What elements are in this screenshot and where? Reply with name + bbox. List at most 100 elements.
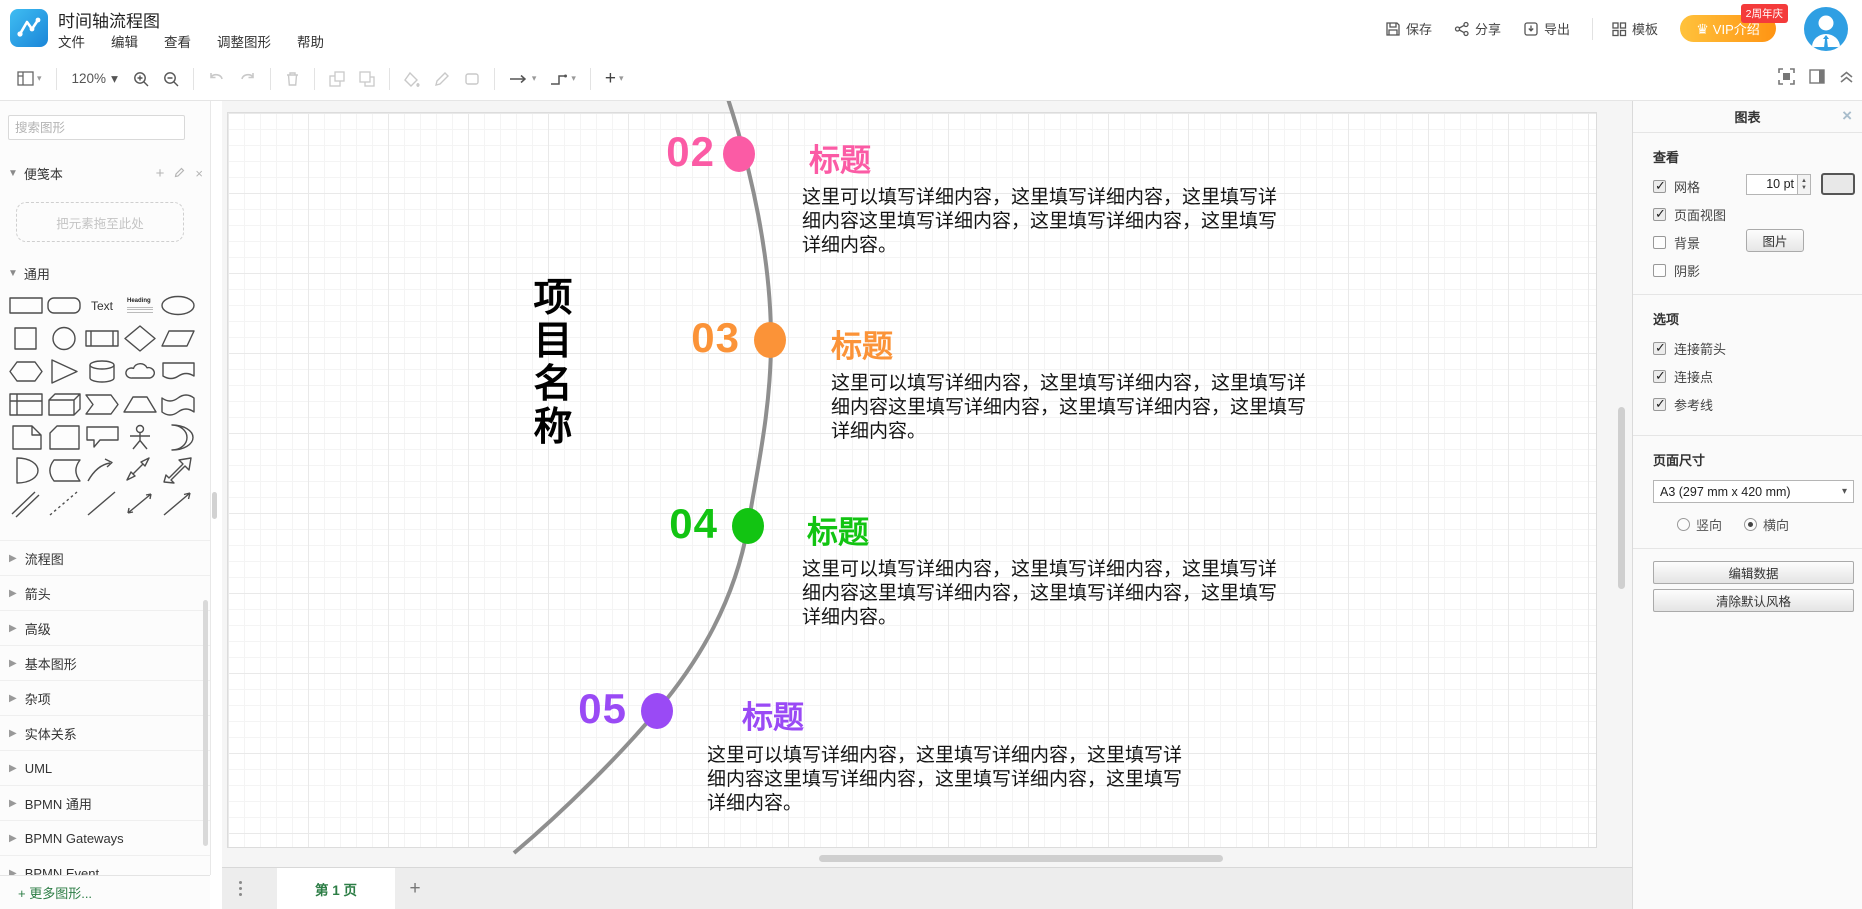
category-1[interactable]: ▶箭头: [0, 575, 210, 610]
shape-cloud-icon[interactable]: [121, 355, 159, 388]
background-checkbox[interactable]: [1653, 236, 1666, 249]
shape-document-icon[interactable]: [159, 355, 197, 388]
timeline-number[interactable]: 05: [537, 685, 627, 733]
category-4[interactable]: ▶杂项: [0, 680, 210, 715]
shape-double-line-icon[interactable]: [7, 487, 45, 520]
shape-style-button[interactable]: [457, 67, 487, 91]
menu-item-2[interactable]: 查看: [164, 31, 191, 51]
shape-two-way-connector-icon[interactable]: [121, 487, 159, 520]
avatar[interactable]: [1804, 7, 1848, 51]
document-title[interactable]: 时间轴流程图: [58, 7, 160, 32]
shape-circle-icon[interactable]: [45, 322, 83, 355]
category-8[interactable]: ▶BPMN Gateways: [0, 820, 210, 855]
grid-size-input[interactable]: 10 pt: [1746, 174, 1798, 195]
shape-internal-storage-icon[interactable]: [7, 388, 45, 421]
timeline-description[interactable]: 这里可以填写详细内容，这里填写详细内容，这里填写详细内容这里填写详细内容，这里填…: [802, 186, 1288, 258]
timeline-dot[interactable]: [641, 693, 673, 729]
project-name-label[interactable]: 项目名称: [530, 277, 576, 449]
page-tab-1[interactable]: 第 1 页: [277, 868, 395, 909]
app-logo-icon[interactable]: [10, 9, 48, 47]
shape-tape-icon[interactable]: [159, 388, 197, 421]
option-checkbox-1[interactable]: [1653, 370, 1666, 383]
scratchpad-add-icon[interactable]: +: [156, 165, 165, 182]
shape-step-icon[interactable]: [83, 388, 121, 421]
delete-button[interactable]: [278, 67, 307, 91]
vip-button[interactable]: ♛ VIP介绍 2周年庆: [1680, 15, 1776, 42]
fill-color-button[interactable]: [397, 67, 427, 91]
menu-item-0[interactable]: 文件: [58, 31, 85, 51]
connector-style-button[interactable]: ▾: [543, 68, 583, 90]
insert-button[interactable]: + ▾: [598, 64, 631, 94]
category-7[interactable]: ▶BPMN 通用: [0, 785, 210, 820]
scratchpad-section[interactable]: ▼ 便笺本 + ×: [8, 164, 203, 183]
shape-data-storage-icon[interactable]: [45, 454, 83, 487]
timeline-dot[interactable]: [754, 322, 786, 358]
sidebar-resize-grip[interactable]: [212, 492, 217, 519]
edit-data-button[interactable]: 编辑数据: [1653, 561, 1854, 584]
menu-item-1[interactable]: 编辑: [111, 31, 138, 51]
shape-and-icon[interactable]: [7, 454, 45, 487]
to-front-button[interactable]: [322, 67, 352, 91]
template-button[interactable]: 模板: [1611, 19, 1658, 38]
export-button[interactable]: 导出: [1523, 19, 1570, 38]
shape-callout-icon[interactable]: [83, 421, 121, 454]
orientation-radio-0[interactable]: [1677, 518, 1690, 531]
grid-color-swatch[interactable]: [1821, 173, 1855, 195]
shape-trapezoid-icon[interactable]: [121, 388, 159, 421]
collapse-toolbar-button[interactable]: [1839, 70, 1854, 89]
shape-heading-icon[interactable]: Heading: [121, 289, 159, 322]
timeline-dot[interactable]: [732, 508, 764, 544]
shape-directional-connector-icon[interactable]: [159, 487, 197, 520]
shape-cube-icon[interactable]: [45, 388, 83, 421]
sidebar-scrollbar[interactable]: [203, 600, 208, 846]
shape-rounded-rectangle-icon[interactable]: [45, 289, 83, 322]
zoom-out-button[interactable]: [156, 67, 186, 91]
scratchpad-dropzone[interactable]: 把元素拖至此处: [16, 202, 184, 242]
vertical-scrollbar[interactable]: [1618, 407, 1625, 589]
category-3[interactable]: ▶基本图形: [0, 645, 210, 680]
timeline-title[interactable]: 标题: [742, 692, 804, 737]
grid-checkbox[interactable]: [1653, 180, 1666, 193]
shape-process-icon[interactable]: [83, 322, 121, 355]
option-checkbox-2[interactable]: [1653, 398, 1666, 411]
shape-cylinder-icon[interactable]: [83, 355, 121, 388]
timeline-description[interactable]: 这里可以填写详细内容，这里填写详细内容，这里填写详细内容这里填写详细内容，这里填…: [802, 558, 1288, 630]
shadow-checkbox[interactable]: [1653, 264, 1666, 277]
timeline-description[interactable]: 这里可以填写详细内容，这里填写详细内容，这里填写详细内容这里填写详细内容，这里填…: [831, 372, 1317, 444]
category-5[interactable]: ▶实体关系: [0, 715, 210, 750]
grid-size-stepper[interactable]: ▲▼: [1798, 174, 1811, 195]
page-view-toggle-button[interactable]: ▾: [10, 67, 49, 90]
save-button[interactable]: 保存: [1385, 19, 1432, 38]
timeline-description[interactable]: 这里可以填写详细内容，这里填写详细内容，这里填写详细内容这里填写详细内容，这里填…: [707, 744, 1193, 816]
general-shapes-section[interactable]: ▼ 通用: [8, 264, 50, 283]
shape-parallelogram-icon[interactable]: [159, 322, 197, 355]
toggle-format-panel-button[interactable]: [1809, 69, 1825, 89]
category-0[interactable]: ▶流程图: [0, 540, 210, 575]
shape-dotted-line-icon[interactable]: [45, 487, 83, 520]
menu-item-4[interactable]: 帮助: [297, 31, 324, 51]
more-shapes-button[interactable]: + 更多图形...: [0, 875, 210, 909]
fit-page-button[interactable]: [1778, 68, 1795, 90]
timeline-number[interactable]: 03: [650, 314, 740, 362]
pages-menu-button[interactable]: [222, 868, 258, 909]
shape-diamond-icon[interactable]: [121, 322, 159, 355]
shape-square-icon[interactable]: [7, 322, 45, 355]
zoom-level-dropdown[interactable]: 120% ▾: [64, 67, 126, 91]
timeline-title[interactable]: 标题: [831, 321, 893, 366]
shape-diagonal-arrow-icon[interactable]: [159, 454, 197, 487]
redo-button[interactable]: [232, 67, 263, 90]
shape-curved-arrow-icon[interactable]: [83, 454, 121, 487]
timeline-title[interactable]: 标题: [809, 135, 871, 180]
close-icon[interactable]: ×: [1842, 106, 1852, 126]
undo-button[interactable]: [201, 67, 232, 90]
to-back-button[interactable]: [352, 67, 382, 91]
shape-ellipse-icon[interactable]: [159, 289, 197, 322]
share-button[interactable]: 分享: [1454, 19, 1501, 38]
page-size-select[interactable]: A3 (297 mm x 420 mm) ▾: [1653, 480, 1854, 503]
orientation-radio-1[interactable]: [1744, 518, 1757, 531]
shape-hexagon-icon[interactable]: [7, 355, 45, 388]
shape-line-icon[interactable]: [83, 487, 121, 520]
shape-actor-icon[interactable]: [121, 421, 159, 454]
shape-two-way-arrow-icon[interactable]: [121, 454, 159, 487]
timeline-dot[interactable]: [723, 136, 755, 172]
